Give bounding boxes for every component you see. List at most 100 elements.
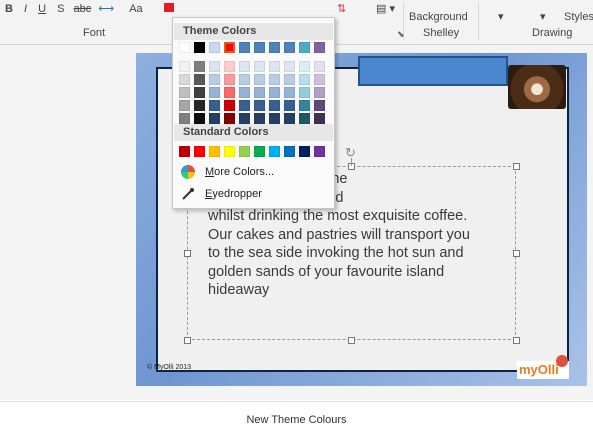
theme-color-swatch[interactable] xyxy=(269,42,280,53)
coffee-cup-image[interactable] xyxy=(508,65,566,109)
standard-color-swatch[interactable] xyxy=(209,146,220,157)
title-bar-shape[interactable] xyxy=(358,56,508,86)
theme-color-swatch[interactable] xyxy=(209,42,220,53)
theme-color-swatch[interactable] xyxy=(284,87,295,98)
theme-color-swatch[interactable] xyxy=(224,74,235,85)
theme-color-swatch[interactable] xyxy=(194,74,205,85)
chevron-down-icon[interactable]: ▾ xyxy=(540,10,546,23)
theme-color-swatch[interactable] xyxy=(269,74,280,85)
standard-color-swatch[interactable] xyxy=(314,146,325,157)
case-icon[interactable]: Aa xyxy=(129,3,142,15)
theme-color-swatch[interactable] xyxy=(224,100,235,111)
theme-color-swatch[interactable] xyxy=(314,113,325,124)
theme-color-swatch[interactable] xyxy=(284,61,295,72)
bold-icon[interactable]: B xyxy=(5,3,13,15)
theme-color-swatch[interactable] xyxy=(179,100,190,111)
theme-color-swatch[interactable] xyxy=(269,113,280,124)
slide-footer: © MyOlli 2013 xyxy=(147,364,192,371)
resize-handle[interactable] xyxy=(348,337,355,344)
theme-color-swatch[interactable] xyxy=(299,42,310,53)
standard-color-swatch[interactable] xyxy=(179,146,190,157)
theme-color-swatch[interactable] xyxy=(254,87,265,98)
theme-color-swatch[interactable] xyxy=(314,42,325,53)
theme-color-swatch[interactable] xyxy=(239,42,250,53)
resize-handle[interactable] xyxy=(184,250,191,257)
theme-color-swatch[interactable] xyxy=(314,61,325,72)
theme-color-swatch[interactable] xyxy=(269,61,280,72)
theme-color-swatch[interactable] xyxy=(224,87,235,98)
theme-color-swatch[interactable] xyxy=(254,100,265,111)
theme-color-swatch[interactable] xyxy=(209,87,220,98)
theme-color-swatch[interactable] xyxy=(194,42,205,53)
theme-color-swatch[interactable] xyxy=(209,113,220,124)
theme-color-swatch[interactable] xyxy=(299,113,310,124)
shape-fill-icon[interactable]: ▤ ▾ xyxy=(376,2,395,15)
standard-color-swatch[interactable] xyxy=(254,146,265,157)
font-group-label: Font xyxy=(83,27,106,39)
rotate-handle-icon[interactable]: ↻ xyxy=(345,145,356,161)
theme-color-swatch[interactable] xyxy=(194,61,205,72)
theme-color-swatch[interactable] xyxy=(299,74,310,85)
theme-color-swatch[interactable] xyxy=(314,100,325,111)
theme-color-swatch[interactable] xyxy=(284,42,295,53)
theme-color-swatch[interactable] xyxy=(269,87,280,98)
theme-color-swatch[interactable] xyxy=(314,74,325,85)
spacing-icon[interactable]: ⟷ xyxy=(98,3,114,15)
resize-handle[interactable] xyxy=(513,337,520,344)
theme-color-swatch[interactable] xyxy=(239,74,250,85)
theme-color-swatch[interactable] xyxy=(314,87,325,98)
shadow-icon[interactable]: S xyxy=(57,3,64,15)
standard-color-swatch[interactable] xyxy=(239,146,250,157)
resize-handle[interactable] xyxy=(513,163,520,170)
resize-handle[interactable] xyxy=(184,337,191,344)
theme-color-swatch[interactable] xyxy=(179,61,190,72)
theme-color-swatch[interactable] xyxy=(254,42,265,53)
theme-color-swatch[interactable] xyxy=(179,87,190,98)
theme-color-swatch[interactable] xyxy=(239,61,250,72)
theme-color-swatch[interactable] xyxy=(194,113,205,124)
theme-color-swatch[interactable] xyxy=(209,74,220,85)
text-direction-icon[interactable]: ⇅ xyxy=(337,3,346,15)
theme-color-swatch[interactable] xyxy=(239,113,250,124)
standard-color-swatch[interactable] xyxy=(224,146,235,157)
theme-color-swatch[interactable] xyxy=(209,100,220,111)
styles-button[interactable]: Styles xyxy=(564,11,593,23)
theme-color-swatch[interactable] xyxy=(284,100,295,111)
theme-color-swatch[interactable] xyxy=(284,113,295,124)
theme-color-swatch[interactable] xyxy=(284,74,295,85)
standard-color-swatch[interactable] xyxy=(284,146,295,157)
theme-color-swatch[interactable] xyxy=(254,113,265,124)
theme-color-swatch[interactable] xyxy=(194,87,205,98)
theme-color-swatch[interactable] xyxy=(299,87,310,98)
theme-color-swatch[interactable] xyxy=(179,74,190,85)
theme-color-swatch[interactable] xyxy=(224,42,235,53)
theme-color-swatch[interactable] xyxy=(209,61,220,72)
theme-color-swatch[interactable] xyxy=(194,100,205,111)
font-color-button[interactable] xyxy=(163,3,174,12)
underline-icon[interactable]: U xyxy=(38,3,46,15)
background-button[interactable]: Background xyxy=(409,11,468,23)
italic-icon[interactable]: I xyxy=(24,3,27,15)
drawing-group-label: Drawing xyxy=(532,27,573,39)
theme-color-swatch[interactable] xyxy=(299,61,310,72)
chevron-down-icon[interactable]: ▾ xyxy=(498,10,504,23)
theme-color-swatch[interactable] xyxy=(239,100,250,111)
theme-color-swatch[interactable] xyxy=(299,100,310,111)
standard-color-swatch[interactable] xyxy=(194,146,205,157)
theme-color-swatch[interactable] xyxy=(179,113,190,124)
resize-handle[interactable] xyxy=(513,250,520,257)
strikethrough-icon[interactable]: abc xyxy=(74,3,92,15)
theme-color-swatch[interactable] xyxy=(239,87,250,98)
theme-color-swatch[interactable] xyxy=(254,61,265,72)
dialog-launcher-icon[interactable]: ⬊ xyxy=(397,29,405,40)
theme-color-swatch[interactable] xyxy=(224,61,235,72)
standard-color-swatch[interactable] xyxy=(269,146,280,157)
standard-color-swatch[interactable] xyxy=(299,146,310,157)
theme-color-swatch[interactable] xyxy=(269,100,280,111)
theme-color-swatch[interactable] xyxy=(254,74,265,85)
theme-color-swatch[interactable] xyxy=(179,42,190,53)
theme-color-swatch[interactable] xyxy=(224,113,235,124)
font-tools-row: B I U S abc ⟷ Aa xyxy=(5,2,174,15)
eyedropper-item[interactable]: Eyedropper xyxy=(181,185,331,203)
more-colors-item[interactable]: More Colors... xyxy=(181,163,331,181)
